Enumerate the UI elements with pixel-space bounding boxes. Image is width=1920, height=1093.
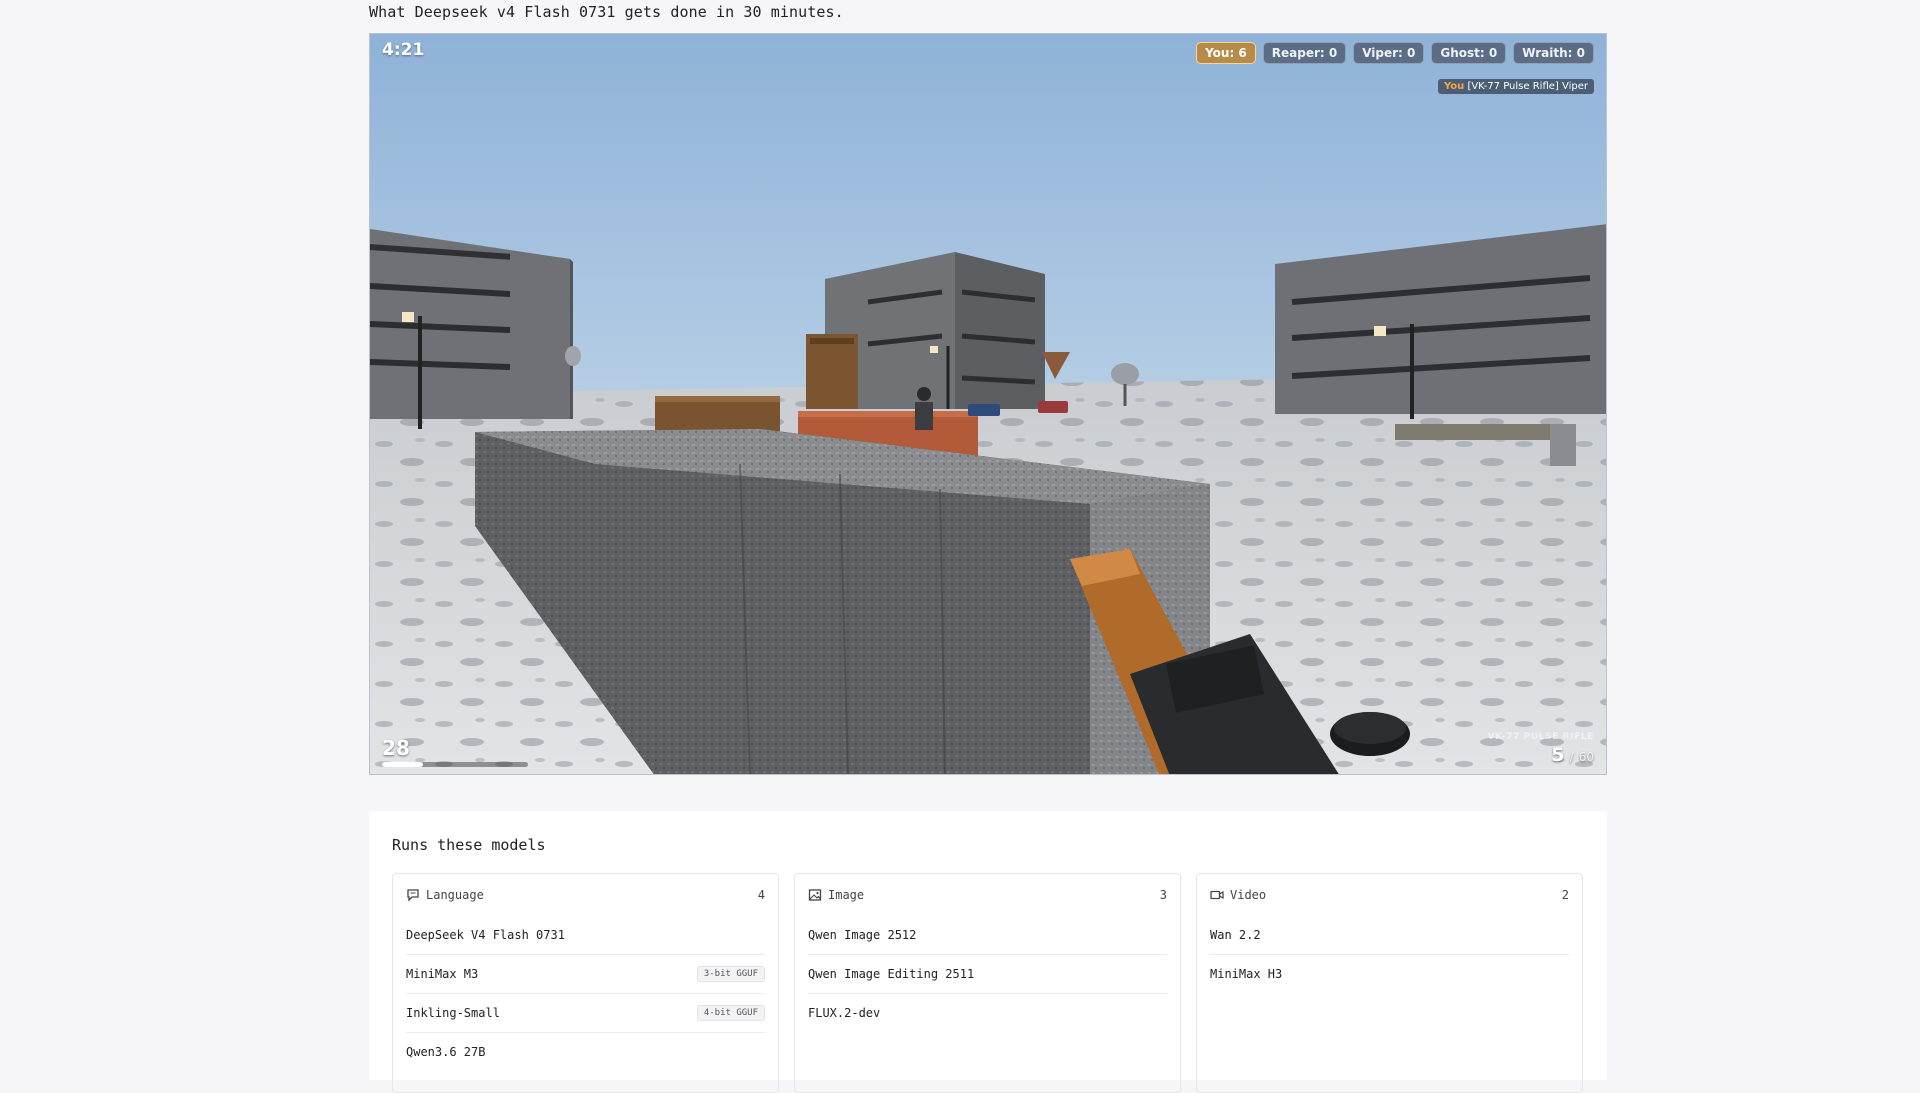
- ammo-reserve: 60: [1578, 750, 1594, 764]
- category-name: Video: [1230, 888, 1267, 902]
- model-name: Wan 2.2: [1210, 928, 1261, 942]
- game-scene: [370, 34, 1606, 774]
- model-item: Qwen3.6 27B: [406, 1033, 765, 1071]
- model-name: Qwen Image 2512: [808, 928, 917, 942]
- killfeed-victim: Viper: [1561, 81, 1588, 92]
- category-count: 3: [1159, 888, 1167, 902]
- health-bar: [382, 762, 528, 767]
- game-viewport[interactable]: 4:21 You: 6 Reaper: 0 Viper: 0 Ghost: 0 …: [369, 33, 1607, 775]
- model-item: FLUX.2-dev: [808, 994, 1167, 1032]
- category-image: Image 3 Qwen Image 2512 Qwen Image Editi…: [794, 873, 1181, 1093]
- score-wraith: Wraith: 0: [1513, 42, 1594, 64]
- video-icon: [1210, 890, 1224, 900]
- score-reaper: Reaper: 0: [1262, 42, 1347, 64]
- score-ghost: Ghost: 0: [1431, 42, 1507, 64]
- category-count: 4: [757, 888, 765, 902]
- models-title: Runs these models: [392, 836, 546, 854]
- model-item: MiniMax H3: [1210, 955, 1569, 993]
- health-value: 28: [382, 736, 410, 760]
- scoreboard: You: 6 Reaper: 0 Viper: 0 Ghost: 0 Wrait…: [1196, 42, 1594, 64]
- ammo-current: 5: [1551, 744, 1565, 766]
- models-panel: Runs these models Language 4 DeepSeek V4…: [369, 811, 1607, 1093]
- chat-icon: [407, 889, 419, 902]
- quant-tag: 4-bit GGUF: [696, 1005, 765, 1021]
- score-player: You: 6: [1196, 42, 1256, 64]
- model-item: Qwen Image Editing 2511: [808, 955, 1167, 994]
- model-item: DeepSeek V4 Flash 0731: [406, 916, 765, 955]
- model-item: Inkling-Small 4-bit GGUF: [406, 994, 765, 1033]
- category-name: Image: [828, 888, 865, 902]
- model-name: MiniMax M3: [406, 967, 479, 981]
- image-icon: [808, 889, 822, 901]
- category-language: Language 4 DeepSeek V4 Flash 0731 MiniMa…: [392, 873, 779, 1093]
- model-name: FLUX.2-dev: [808, 1006, 881, 1020]
- health-bar-fill: [382, 762, 423, 767]
- model-name: Qwen Image Editing 2511: [808, 967, 975, 981]
- killfeed-killer: You: [1443, 81, 1465, 92]
- killfeed-entry: You [VK-77 Pulse Rifle] Viper: [1437, 79, 1594, 94]
- round-timer: 4:21: [382, 40, 425, 60]
- category-count: 2: [1561, 888, 1569, 902]
- model-item: Qwen Image 2512: [808, 916, 1167, 955]
- quant-tag: 3-bit GGUF: [696, 966, 765, 982]
- model-name: MiniMax H3: [1210, 967, 1283, 981]
- category-video: Video 2 Wan 2.2 MiniMax H3: [1196, 873, 1583, 1093]
- ammo-separator: /: [1569, 750, 1574, 764]
- ammo-counter: 5 / 60: [1551, 744, 1594, 766]
- page-caption: What Deepseek v4 Flash 0731 gets done in…: [369, 3, 844, 21]
- model-name: Qwen3.6 27B: [406, 1045, 486, 1059]
- model-item: MiniMax M3 3-bit GGUF: [406, 955, 765, 994]
- score-viper: Viper: 0: [1353, 42, 1425, 64]
- killfeed-weapon: [VK-77 Pulse Rifle]: [1467, 81, 1559, 92]
- model-item: Wan 2.2: [1210, 916, 1569, 955]
- model-name: DeepSeek V4 Flash 0731: [406, 928, 565, 942]
- weapon-name: VK-77 PULSE RIFLE: [1487, 732, 1594, 742]
- model-name: Inkling-Small: [406, 1006, 500, 1020]
- category-name: Language: [426, 888, 484, 902]
